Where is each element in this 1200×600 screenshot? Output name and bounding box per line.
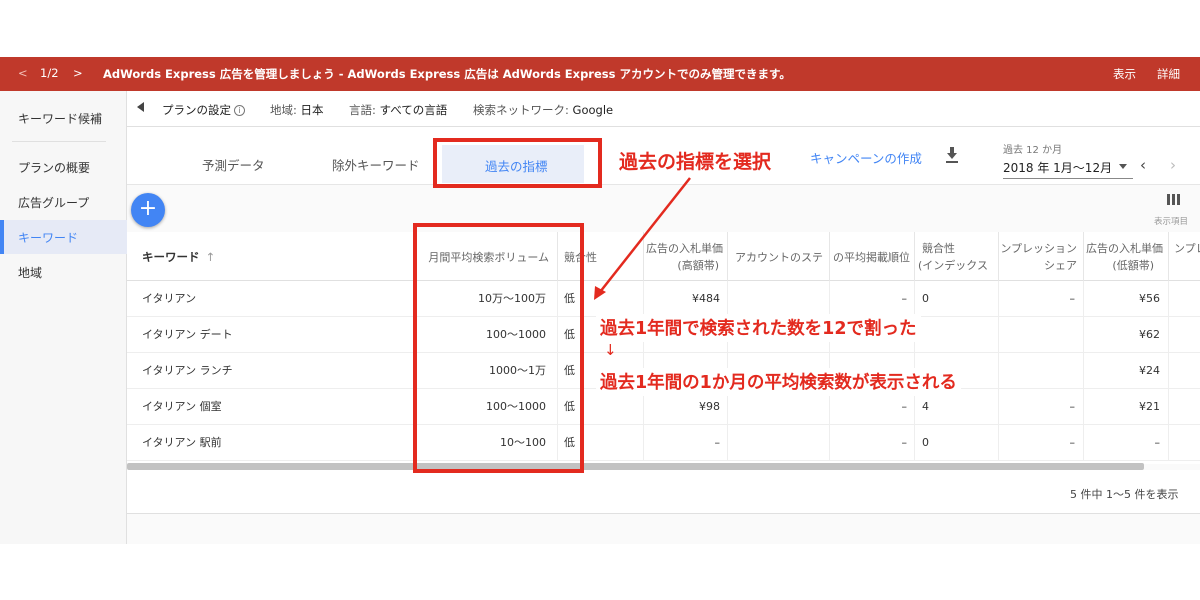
position-cell: – xyxy=(901,292,908,305)
pagination-summary: 5 件中 1～5 件を表示 xyxy=(1070,488,1179,501)
highlight-box-volume-column xyxy=(413,223,584,473)
info-icon[interactable]: i xyxy=(234,105,245,116)
column-header-keyword[interactable]: キーワード ↑ xyxy=(142,249,215,265)
chevron-down-icon[interactable] xyxy=(1119,164,1127,169)
column-header-bid-low[interactable]: 広告の入札単価 (低額帯) xyxy=(1083,232,1168,281)
keyword-table: キーワード ↑ 月間平均検索ボリューム 競合性 広告の入札単価 (高額帯) アカウン… xyxy=(127,232,1200,464)
column-header-next[interactable]: ンプレ xyxy=(1168,232,1200,281)
horizontal-scrollbar[interactable] xyxy=(127,463,1144,470)
competition-index-cell: 0 xyxy=(922,436,929,449)
keyword-cell: イタリアン 駅前 xyxy=(142,436,222,449)
notice-message: AdWords Express 広告を管理しましょう - AdWords Exp… xyxy=(103,67,791,81)
keyword-cell: イタリアン デート xyxy=(142,328,233,341)
sidebar-item-plan-overview[interactable]: プランの概要 xyxy=(18,159,90,176)
notice-next-button[interactable]: > xyxy=(73,66,83,80)
download-icon[interactable] xyxy=(945,147,959,163)
column-header-bid-high[interactable]: 広告の入札単価 (高額帯) xyxy=(643,232,727,281)
keyword-cell: イタリアン ランチ xyxy=(142,364,233,377)
annotation-line-1: 過去1年間で検索された数を12で割った xyxy=(596,314,921,342)
table-footer: 5 件中 1～5 件を表示 xyxy=(127,470,1200,514)
date-range-select[interactable]: 2018 年 1月～12月 xyxy=(1003,159,1133,179)
highlight-box-historical-tab xyxy=(433,138,602,188)
annotation-line-2: 過去1年間の1か月の平均検索数が表示される xyxy=(596,368,961,396)
table-header: キーワード ↑ 月間平均検索ボリューム 競合性 広告の入札単価 (高額帯) アカウン… xyxy=(127,232,1200,281)
bid-high-cell: – xyxy=(714,436,721,449)
tab-forecast[interactable]: 予測データ xyxy=(202,155,265,174)
sidebar-item-keyword-ideas[interactable]: キーワード候補 xyxy=(18,110,102,127)
language-setting[interactable]: 言語: すべての言語 xyxy=(349,102,447,118)
impression-share-cell: – xyxy=(1069,400,1076,413)
plan-settings-label[interactable]: プランの設定 i xyxy=(162,102,245,118)
keyword-cell: イタリアン xyxy=(142,292,197,305)
sidebar-divider xyxy=(12,141,106,142)
network-setting[interactable]: 検索ネットワーク: Google xyxy=(473,102,613,118)
sidebar-item-keywords[interactable]: キーワード xyxy=(0,220,127,254)
location-setting[interactable]: 地域: 日本 xyxy=(270,102,324,118)
sidebar-item-keywords-label: キーワード xyxy=(18,231,79,245)
sidebar-item-ad-groups[interactable]: 広告グループ xyxy=(18,194,89,211)
notice-bar: < 1/2 > AdWords Express 広告を管理しましょう - AdW… xyxy=(0,57,1200,91)
annotation-select-historical: 過去の指標を選択 xyxy=(615,147,776,174)
collapse-left-icon[interactable] xyxy=(137,102,144,112)
notice-page-indicator: 1/2 xyxy=(40,66,59,80)
table-row[interactable]: イタリアン 10万～100万 低 ¥484 – 0 – ¥56 xyxy=(127,281,1200,317)
sidebar: キーワード候補 プランの概要 広告グループ キーワード 地域 xyxy=(0,91,127,544)
column-header-impression-share[interactable]: ンプレッション シェア xyxy=(998,232,1083,281)
bid-low-cell: ¥21 xyxy=(1139,400,1160,413)
column-header-account-status[interactable]: アカウントのステ xyxy=(727,232,829,281)
notice-prev-button[interactable]: < xyxy=(18,66,28,80)
sidebar-item-locations[interactable]: 地域 xyxy=(18,264,42,281)
table-row[interactable]: イタリアン 駅前 10～100 低 – – 0 – – xyxy=(127,425,1200,461)
notice-details-button[interactable]: 詳細 xyxy=(1157,66,1180,82)
keyword-cell: イタリアン 個室 xyxy=(142,400,222,413)
add-icon[interactable]: + xyxy=(131,193,165,227)
date-next-button[interactable]: › xyxy=(1170,156,1176,174)
columns-label[interactable]: 表示項目 xyxy=(1154,215,1188,227)
bid-low-cell: – xyxy=(1154,436,1161,449)
date-prev-button[interactable]: ‹ xyxy=(1140,156,1146,174)
bid-low-cell: ¥24 xyxy=(1139,364,1160,377)
column-header-avg-position[interactable]: の平均掲載順位 xyxy=(829,232,914,281)
create-campaign-button[interactable]: キャンペーンの作成 xyxy=(810,148,922,167)
bid-low-cell: ¥62 xyxy=(1139,328,1160,341)
columns-icon[interactable] xyxy=(1167,194,1181,205)
bid-high-cell: ¥484 xyxy=(692,292,720,305)
notice-view-button[interactable]: 表示 xyxy=(1113,66,1136,82)
impression-share-cell: – xyxy=(1069,436,1076,449)
column-header-competition-index[interactable]: 競合性 (インデックス xyxy=(914,232,998,281)
position-cell: – xyxy=(901,436,908,449)
date-range-label: 過去 12 か月 xyxy=(1003,145,1063,156)
competition-index-cell: 0 xyxy=(922,292,929,305)
tab-negative-keywords[interactable]: 除外キーワード xyxy=(332,155,420,174)
bid-low-cell: ¥56 xyxy=(1139,292,1160,305)
annotation-down-arrow: ↓ xyxy=(604,341,617,359)
impression-share-cell: – xyxy=(1069,292,1076,305)
plan-settings-bar: プランの設定 i 地域: 日本 言語: すべての言語 検索ネットワーク: Goog… xyxy=(127,91,1200,127)
